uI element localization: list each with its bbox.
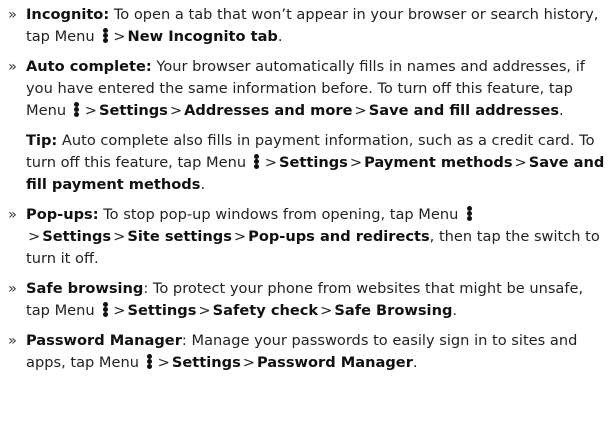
- step-site-settings: Site settings: [127, 228, 232, 245]
- separator: >: [264, 154, 277, 171]
- separator: >: [169, 102, 183, 119]
- step-settings: Settings: [278, 154, 348, 171]
- more-vert-icon: [465, 206, 473, 221]
- step-addresses-and-more: Addresses and more: [184, 102, 353, 119]
- separator: >: [157, 354, 170, 371]
- step-payment-methods: Payment methods: [364, 154, 513, 171]
- separator: >: [349, 154, 363, 171]
- separator: >: [113, 228, 126, 245]
- separator: >: [84, 102, 97, 119]
- item-title: Pop-ups:: [26, 206, 99, 223]
- more-vert-icon: [146, 354, 154, 369]
- separator: >: [233, 228, 247, 245]
- step-settings: Settings: [98, 102, 168, 119]
- document-page: » Incognito: To open a tab that won’t ap…: [0, 0, 615, 422]
- item-title: Safe browsing: [26, 280, 144, 297]
- item-end: .: [277, 28, 283, 45]
- separator: >: [354, 102, 367, 119]
- list-item-password-manager: » Password Manager: Manage your password…: [8, 330, 607, 374]
- separator: >: [113, 302, 126, 319]
- separator: >: [113, 28, 126, 45]
- bullet: »: [8, 58, 17, 75]
- bullet: »: [8, 332, 17, 349]
- step-safe-browsing: Safe Browsing: [334, 302, 453, 319]
- item-text: To stop pop-up windows from opening, tap…: [98, 206, 464, 223]
- step-settings: Settings: [42, 228, 112, 245]
- item-end: .: [412, 354, 418, 371]
- item-title: Auto complete:: [26, 58, 152, 75]
- step-password-manager: Password Manager: [257, 354, 413, 371]
- item-end: .: [559, 102, 564, 119]
- item-title: Incognito:: [26, 6, 110, 23]
- tip-title: Tip:: [26, 132, 58, 149]
- more-vert-icon: [73, 102, 81, 117]
- bullet: »: [8, 6, 17, 23]
- step-save-and-fill-addresses: Save and fill addresses: [368, 102, 560, 119]
- list-item-auto-complete: » Auto complete: Your browser automatica…: [8, 56, 607, 122]
- more-vert-icon: [101, 28, 109, 43]
- item-end: .: [200, 176, 206, 193]
- item-end: .: [452, 302, 458, 319]
- separator: >: [198, 302, 211, 319]
- separator: >: [514, 154, 527, 171]
- item-title: Password Manager: [26, 332, 182, 349]
- step-pop-ups-and-redirects: Pop-ups and redirects: [248, 228, 430, 245]
- step-settings: Settings: [127, 302, 197, 319]
- list-item-safe-browsing: » Safe browsing: To protect your phone f…: [8, 278, 607, 322]
- step-settings: Settings: [171, 354, 241, 371]
- separator: >: [28, 228, 41, 245]
- step-safety-check: Safety check: [212, 302, 319, 319]
- separator: >: [320, 302, 333, 319]
- step-new-incognito-tab: New Incognito tab: [127, 28, 278, 45]
- list-item-pop-ups: » Pop-ups: To stop pop-up windows from o…: [8, 204, 607, 270]
- list-item-incognito: » Incognito: To open a tab that won’t ap…: [8, 4, 607, 48]
- separator: >: [242, 354, 255, 371]
- more-vert-icon: [253, 154, 261, 169]
- more-vert-icon: [101, 302, 109, 317]
- tip-paragraph: Tip: Auto complete also fills in payment…: [8, 130, 607, 196]
- bullet: »: [8, 280, 17, 297]
- bullet: »: [8, 206, 17, 223]
